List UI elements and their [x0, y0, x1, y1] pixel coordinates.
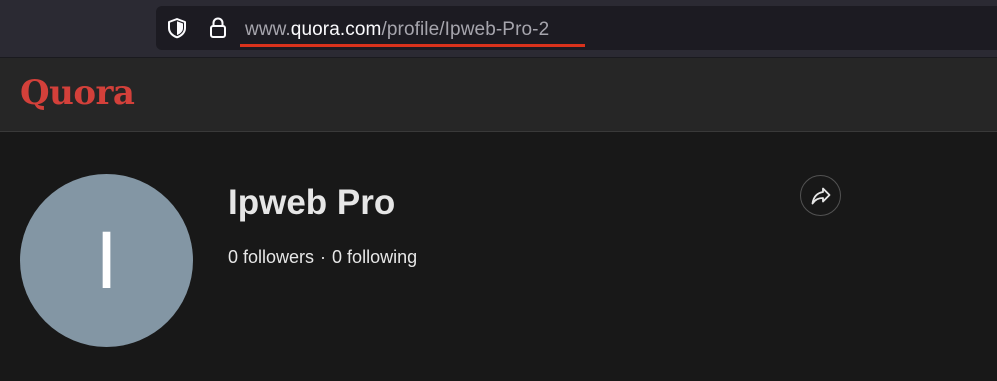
url-highlight-underline	[240, 44, 585, 47]
shield-icon[interactable]	[166, 17, 188, 39]
profile-name: Ipweb Pro	[228, 183, 396, 222]
url-text[interactable]: www.quora.com/profile/Ipweb-Pro-2	[245, 19, 549, 41]
share-button[interactable]	[800, 175, 841, 216]
lock-icon[interactable]	[207, 16, 229, 40]
share-icon	[811, 187, 831, 205]
avatar-initial: I	[95, 215, 118, 306]
url-prefix: www.	[245, 19, 291, 40]
followers-link[interactable]: 0 followers	[228, 247, 314, 267]
quora-logo[interactable]: Quora	[20, 73, 135, 113]
url-path: /profile/Ipweb-Pro-2	[381, 19, 550, 40]
url-domain: quora.com	[290, 19, 382, 40]
stats-separator: ·	[320, 247, 327, 267]
site-header	[0, 58, 997, 132]
follow-stats: 0 followers · 0 following	[228, 246, 417, 268]
following-link[interactable]: 0 following	[332, 247, 417, 267]
